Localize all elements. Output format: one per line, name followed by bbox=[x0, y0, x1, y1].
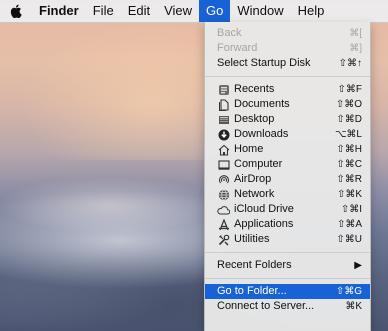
menu-separator bbox=[205, 278, 370, 279]
recents-icon bbox=[217, 83, 230, 96]
menu-item-label: AirDrop bbox=[234, 173, 272, 185]
menu-bar: Finder File Edit View Go Window Help bbox=[0, 0, 388, 23]
menu-edit[interactable]: Edit bbox=[121, 0, 157, 22]
menu-item-shortcut: ⇧⌘G bbox=[335, 286, 362, 297]
menu-item-select-startup-disk[interactable]: Select Startup Disk ⇧⌘↑ bbox=[205, 56, 370, 71]
menu-item-label: Connect to Server... bbox=[217, 300, 315, 312]
menu-item-label: Utilities bbox=[234, 233, 270, 245]
computer-icon bbox=[217, 158, 230, 171]
menu-item-label: Recents bbox=[234, 83, 275, 95]
home-icon bbox=[217, 143, 230, 156]
menu-item-shortcut: ⇧⌘H bbox=[336, 144, 362, 155]
menu-item-back[interactable]: Back ⌘[ bbox=[205, 26, 370, 41]
menu-finder[interactable]: Finder bbox=[32, 0, 86, 22]
menu-item-applications[interactable]: Applications ⇧⌘A bbox=[205, 217, 370, 232]
menu-item-shortcut: ⇧⌘↑ bbox=[338, 58, 362, 69]
menu-item-home[interactable]: Home ⇧⌘H bbox=[205, 142, 370, 157]
menu-window[interactable]: Window bbox=[230, 0, 290, 22]
downloads-icon bbox=[217, 128, 230, 141]
menu-separator bbox=[205, 76, 370, 77]
menu-item-label: Go to Folder... bbox=[217, 285, 287, 297]
menu-item-desktop[interactable]: Desktop ⇧⌘D bbox=[205, 112, 370, 127]
menu-item-shortcut: ⌥⌘L bbox=[334, 129, 362, 140]
menu-item-shortcut: ⇧⌘I bbox=[340, 204, 362, 215]
menu-item-connect-to-server[interactable]: Connect to Server... ⌘K bbox=[205, 299, 370, 314]
menu-item-recent-folders[interactable]: Recent Folders ▶ bbox=[205, 258, 370, 273]
menu-help[interactable]: Help bbox=[291, 0, 332, 22]
menu-item-label: Network bbox=[234, 188, 275, 200]
menu-item-shortcut: ⇧⌘F bbox=[337, 84, 363, 95]
icloud-icon bbox=[217, 203, 230, 216]
network-icon bbox=[217, 188, 230, 201]
menu-item-shortcut: ⇧⌘C bbox=[336, 159, 362, 170]
menu-item-shortcut: ⌘K bbox=[345, 301, 362, 312]
menu-item-icloud-drive[interactable]: iCloud Drive ⇧⌘I bbox=[205, 202, 370, 217]
menu-item-shortcut: ⇧⌘K bbox=[336, 189, 362, 200]
menu-item-utilities[interactable]: Utilities ⇧⌘U bbox=[205, 232, 370, 247]
menu-go[interactable]: Go bbox=[199, 0, 231, 22]
menu-item-label: iCloud Drive bbox=[234, 203, 294, 215]
menu-item-shortcut: ⇧⌘O bbox=[335, 99, 362, 110]
applications-icon bbox=[217, 218, 230, 231]
menu-item-label: Downloads bbox=[234, 128, 289, 140]
menu-item-computer[interactable]: Computer ⇧⌘C bbox=[205, 157, 370, 172]
menu-item-shortcut: ⌘] bbox=[349, 43, 362, 54]
menu-item-recents[interactable]: Recents ⇧⌘F bbox=[205, 82, 370, 97]
menu-separator bbox=[205, 252, 370, 253]
go-menu-dropdown: Back ⌘[ Forward ⌘] Select Startup Disk ⇧… bbox=[204, 22, 371, 331]
menu-item-downloads[interactable]: Downloads ⌥⌘L bbox=[205, 127, 370, 142]
menu-item-shortcut: ⌘[ bbox=[349, 28, 362, 39]
menu-item-shortcut: ⇧⌘R bbox=[336, 174, 362, 185]
menu-item-label: Home bbox=[234, 143, 264, 155]
submenu-arrow-icon: ▶ bbox=[354, 260, 362, 271]
apple-icon[interactable] bbox=[10, 4, 22, 19]
desktop-icon bbox=[217, 113, 230, 126]
menu-item-label: Desktop bbox=[234, 113, 275, 125]
menu-item-label: Forward bbox=[217, 42, 258, 54]
menu-item-documents[interactable]: Documents ⇧⌘O bbox=[205, 97, 370, 112]
menu-item-label: Back bbox=[217, 27, 242, 39]
menu-item-label: Select Startup Disk bbox=[217, 57, 311, 69]
menu-item-go-to-folder[interactable]: Go to Folder... ⇧⌘G bbox=[205, 284, 370, 299]
airdrop-icon bbox=[217, 173, 230, 186]
menu-item-airdrop[interactable]: AirDrop ⇧⌘R bbox=[205, 172, 370, 187]
utilities-icon bbox=[217, 233, 230, 246]
menu-item-label: Applications bbox=[234, 218, 294, 230]
menu-item-label: Computer bbox=[234, 158, 283, 170]
menu-item-shortcut: ⇧⌘A bbox=[336, 219, 362, 230]
menu-file[interactable]: File bbox=[86, 0, 121, 22]
menu-item-forward[interactable]: Forward ⌘] bbox=[205, 41, 370, 56]
menu-item-shortcut: ⇧⌘U bbox=[336, 234, 362, 245]
menu-view[interactable]: View bbox=[157, 0, 199, 22]
menu-item-shortcut: ⇧⌘D bbox=[336, 114, 362, 125]
menu-item-network[interactable]: Network ⇧⌘K bbox=[205, 187, 370, 202]
documents-icon bbox=[217, 98, 230, 111]
menu-item-label: Documents bbox=[234, 98, 290, 110]
menu-item-label: Recent Folders bbox=[217, 259, 292, 271]
